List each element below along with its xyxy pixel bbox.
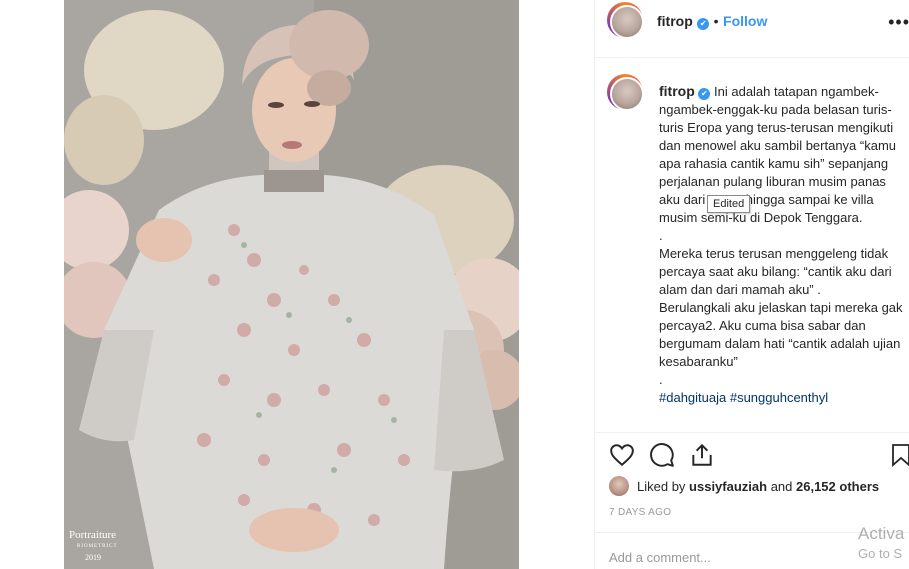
share-icon[interactable] <box>689 442 715 468</box>
watermark-year: 2019 <box>85 553 101 562</box>
post-photo[interactable]: Portraiture BIOMETRICT 2019 <box>64 0 519 569</box>
post-media-area: Portraiture BIOMETRICT 2019 <box>0 0 594 569</box>
author-avatar[interactable] <box>607 2 644 39</box>
author-username[interactable]: fitrop <box>657 13 693 29</box>
verified-badge-icon: ✔ <box>698 88 711 100</box>
liked-by-user[interactable]: ussiyfauziah <box>689 479 767 494</box>
liked-by-prefix: Liked by <box>637 479 690 494</box>
caption-author-username[interactable]: fitrop <box>659 83 695 99</box>
photo-illustration <box>64 0 519 569</box>
post-header: fitrop ✔ • Follow ••• <box>595 0 909 58</box>
activation-line1: Activa <box>858 524 905 543</box>
follow-button[interactable]: Follow <box>723 13 767 29</box>
photo-watermark: Portraiture BIOMETRICT 2019 <box>69 530 118 563</box>
liked-by-others[interactable]: 26,152 others <box>796 479 879 494</box>
verified-badge-icon: ✔ <box>697 18 710 30</box>
caption-author-avatar[interactable] <box>607 74 644 111</box>
add-comment-input[interactable]: Add a comment... <box>609 550 711 565</box>
post-timestamp[interactable]: 7 DAYS AGO <box>609 507 671 518</box>
watermark-sub: BIOMETRICT <box>77 544 118 549</box>
liker-avatar[interactable] <box>609 476 629 496</box>
windows-activation-watermark: Activa Go to S <box>858 524 904 564</box>
liked-by-and: and <box>767 479 796 494</box>
caption-comment: fitrop ✔ Ini adalah tatapan ngambek-ngam… <box>607 74 909 424</box>
activation-line2: Go to S <box>858 546 903 561</box>
post-actions <box>595 432 909 476</box>
bookmark-icon[interactable] <box>891 442 909 468</box>
caption-hashtags[interactable]: #dahgituaja #sungguhcenthyl <box>659 390 828 405</box>
caption-body: fitrop ✔ Ini adalah tatapan ngambek-ngam… <box>659 82 905 407</box>
edited-tooltip: Edited <box>707 195 751 213</box>
heart-icon[interactable] <box>609 442 635 468</box>
watermark-brand: Portraiture <box>69 529 117 541</box>
post-side-panel: fitrop ✔ • Follow ••• fitrop ✔ Ini adala… <box>594 0 909 569</box>
header-separator: • <box>713 13 719 29</box>
comment-icon[interactable] <box>649 442 675 468</box>
caption-text: Ini adalah tatapan ngambek-ngambek-engga… <box>659 84 903 387</box>
more-options-icon[interactable]: ••• <box>888 12 909 33</box>
